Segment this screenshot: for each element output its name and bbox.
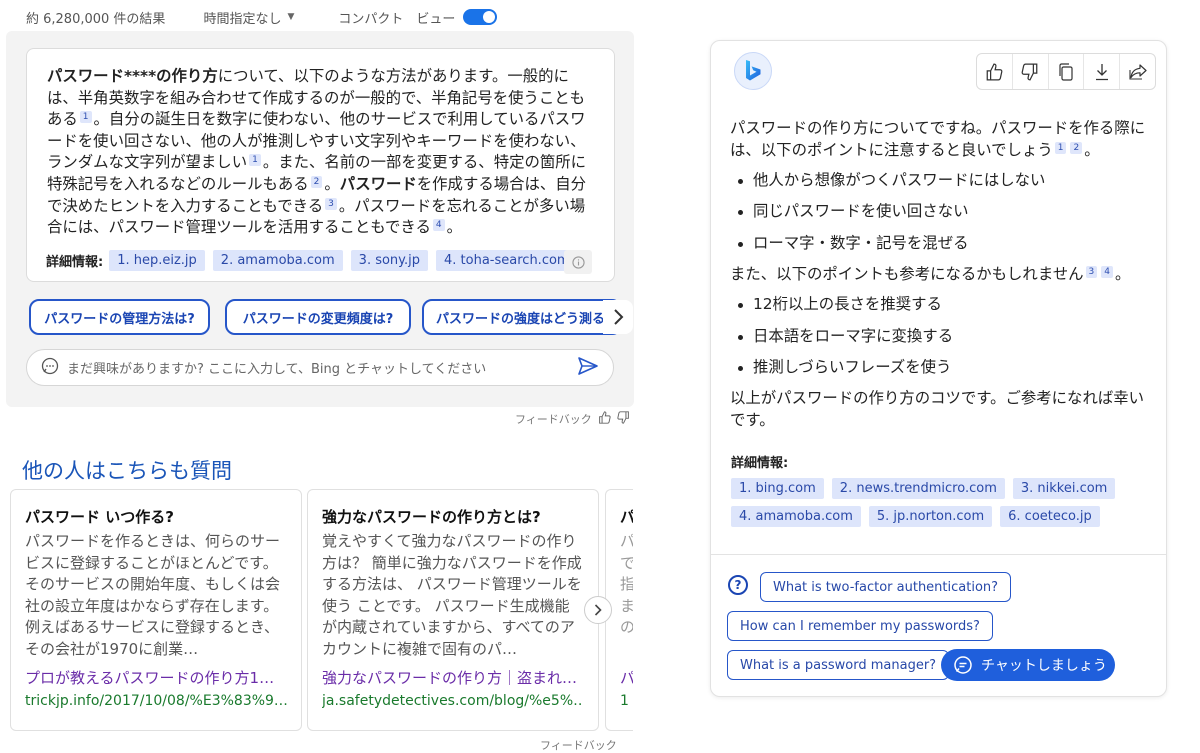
- compact-view-toggle[interactable]: コンパクト ビュー: [338, 8, 498, 27]
- followup-suggestion[interactable]: What is two-factor authentication?: [760, 572, 1012, 602]
- references-label: 詳細情報:: [731, 456, 789, 471]
- chat-intro: パスワードの作り方についてですね。パスワードを作る際には、以下のポイントに注意す…: [730, 118, 1150, 161]
- list-item: 推測しづらいフレーズを使う: [730, 357, 1150, 379]
- chat-mid: また、以下のポイントも参考になるかもしれません 3 4。: [730, 264, 1150, 286]
- info-icon[interactable]: [564, 250, 592, 274]
- answer-card: パスワード****の作り方について、以下のような方法があります。一般的には、半角…: [26, 48, 615, 282]
- citation-marker[interactable]: 3: [1085, 265, 1098, 278]
- chat-bubble-icon: [41, 357, 59, 379]
- related-result-url: trickjp.info/2017/10/08/%E3%83%9…: [25, 693, 287, 709]
- answer-text-segment: 。: [324, 174, 340, 193]
- reference-chip[interactable]: 6. coeteco.jp: [1000, 506, 1100, 527]
- related-questions-title: 他の人はこちらも質問: [22, 459, 232, 483]
- chat-input[interactable]: まだ興味がありますか? ここに入力して、Bing とチャットしてください: [26, 349, 614, 386]
- send-icon[interactable]: [577, 356, 599, 380]
- caret-down-icon: ▼: [287, 12, 295, 22]
- suggestion-button[interactable]: パスワードの管理方法は?: [29, 299, 210, 335]
- reference-chip[interactable]: 5. jp.norton.com: [868, 506, 993, 527]
- related-answer-snippet: 覚えやすくて強力なパスワードの作り方は？ 簡単に強力なパスワードを作成する方法は…: [322, 532, 582, 658]
- results-count: 約 6,280,000 件の結果: [26, 11, 166, 27]
- related-question-card[interactable]: 強力なパスワードの作り方とは? 覚えやすくて強力なパスワードの作り方は？ 簡単に…: [307, 489, 599, 731]
- chat-mid-text: また、以下のポイントも参考になるかもしれません: [730, 264, 1084, 283]
- related-answer-snippet: パ で 指 ま の: [620, 531, 633, 661]
- thumbs-down-icon[interactable]: [1013, 54, 1049, 89]
- reference-chip[interactable]: 4. toha-search.com: [436, 250, 578, 271]
- reference-chip[interactable]: 2. amamoba.com: [212, 250, 343, 271]
- suggestion-button[interactable]: パスワードの強度はどう測る?: [422, 299, 622, 335]
- citation-marker[interactable]: 1: [1054, 141, 1067, 154]
- carousel-next-button[interactable]: [584, 596, 612, 624]
- compact-view-label: コンパクト ビュー: [338, 11, 456, 27]
- bing-logo-icon: [734, 52, 772, 90]
- chat-toolbar: [976, 53, 1156, 90]
- chat-intro-text: パスワードの作り方についてですね。パスワードを作る際には、以下のポイントに注意す…: [730, 119, 1146, 159]
- search-filter-bar: 約 6,280,000 件の結果 時間指定なし ▼ コンパクト ビュー: [26, 6, 498, 28]
- followup-suggestion[interactable]: What is a password manager?: [727, 650, 950, 680]
- toggle-switch[interactable]: [463, 9, 498, 25]
- suggestion-button[interactable]: パスワードの変更頻度は?: [225, 299, 411, 335]
- list-item: 他人から想像がつくパスワードにはしない: [730, 170, 1150, 192]
- references-label: 詳細情報:: [46, 255, 104, 270]
- chevron-right-icon[interactable]: [603, 300, 633, 334]
- chat-mid-end: 。: [1115, 264, 1131, 283]
- citation-marker[interactable]: 4: [432, 219, 445, 232]
- reference-chip[interactable]: 3. nikkei.com: [1012, 478, 1116, 499]
- list-item: 日本語をローマ字に変換する: [730, 326, 1150, 348]
- related-result-link[interactable]: 強力なパスワードの作り方｜盗まれ…: [322, 667, 584, 688]
- related-result-url: ja.safetydetectives.com/blog/%e5%…: [322, 693, 584, 709]
- list-item: ローマ字・数字・記号を混ぜる: [730, 233, 1150, 255]
- list-item: 12桁以上の長さを推奨する: [730, 294, 1150, 316]
- share-icon[interactable]: [1120, 54, 1155, 89]
- related-question: 強力なパスワードの作り方とは?: [322, 508, 541, 526]
- reference-chip[interactable]: 3. sony.jp: [350, 250, 429, 271]
- chat-bubble-icon: [953, 655, 973, 675]
- reference-chip[interactable]: 2. news.trendmicro.com: [831, 478, 1005, 499]
- time-filter-dropdown[interactable]: 時間指定なし ▼: [203, 8, 294, 27]
- citation-marker[interactable]: 1: [79, 111, 92, 124]
- citation-marker[interactable]: 4: [1101, 265, 1113, 278]
- divider: [711, 554, 1166, 555]
- start-chat-label: チャットしましょう: [981, 658, 1107, 674]
- related-question-card[interactable]: パスワード いつ作る? パスワードを作るときは、何らのサービスに登録することがほ…: [10, 489, 302, 731]
- answer-text-segment: 。: [446, 218, 462, 237]
- feedback-label[interactable]: フィードバック: [515, 411, 592, 427]
- citation-marker[interactable]: 3: [325, 197, 337, 210]
- thumbs-down-icon[interactable]: [617, 411, 630, 427]
- related-result-url: 1: [620, 693, 629, 709]
- thumbs-up-icon[interactable]: [977, 54, 1013, 89]
- citation-marker[interactable]: 2: [1070, 141, 1083, 154]
- thumbs-up-icon[interactable]: [598, 411, 611, 427]
- feedback-row: フィードバック: [515, 411, 630, 427]
- followup-suggestion[interactable]: How can I remember my passwords?: [727, 611, 993, 641]
- related-question: パ: [620, 506, 633, 527]
- answer-references: 詳細情報: 1. hep.eiz.jp 2. amamoba.com 3. so…: [46, 250, 586, 271]
- chat-extra-tips-list: 12桁以上の長さを推奨する 日本語をローマ字に変換する 推測しづらいフレーズを使…: [730, 294, 1150, 378]
- copy-icon[interactable]: [1049, 54, 1085, 89]
- chat-closing: 以上がパスワードの作り方のコツです。ご参考になれば幸いです。: [730, 388, 1145, 429]
- chat-input-placeholder: まだ興味がありますか? ここに入力して、Bing とチャットしてください: [67, 362, 487, 377]
- time-filter-label: 時間指定なし: [203, 11, 282, 27]
- start-chat-button[interactable]: チャットしましょう: [941, 649, 1115, 681]
- citation-marker[interactable]: 1: [249, 154, 261, 167]
- chat-intro-end: 。: [1084, 140, 1100, 159]
- reference-chip[interactable]: 4. amamoba.com: [731, 506, 861, 527]
- citation-marker[interactable]: 2: [310, 175, 323, 188]
- related-result-link[interactable]: パ: [620, 667, 633, 688]
- feedback-link[interactable]: フィードバック: [540, 737, 617, 753]
- reference-chip[interactable]: 1. bing.com: [731, 478, 824, 499]
- answer-text: パスワード****の作り方について、以下のような方法があります。一般的には、半角…: [47, 66, 594, 239]
- chat-references: 1. bing.com 2. news.trendmicro.com 3. ni…: [731, 478, 1151, 527]
- download-icon[interactable]: [1084, 54, 1121, 89]
- reference-chip[interactable]: 1. hep.eiz.jp: [109, 250, 205, 271]
- related-question: パスワード いつ作る?: [25, 508, 174, 526]
- related-result-link[interactable]: プロが教えるパスワードの作り方1…: [25, 667, 287, 688]
- list-item: 同じパスワードを使い回さない: [730, 201, 1150, 223]
- answer-keyword: パスワード: [339, 174, 417, 193]
- chat-tips-list: 他人から想像がつくパスワードにはしない 同じパスワードを使い回さない ローマ字・…: [730, 170, 1150, 254]
- answer-keyword: パスワード****の作り方: [47, 67, 218, 85]
- related-answer-snippet: パスワードを作るときは、何らのサービスに登録することがほとんどです。 そのサービ…: [25, 532, 281, 658]
- chat-response: パスワードの作り方についてですね。パスワードを作る際には、以下のポイントに注意す…: [730, 118, 1150, 440]
- question-icon: ?: [728, 575, 748, 595]
